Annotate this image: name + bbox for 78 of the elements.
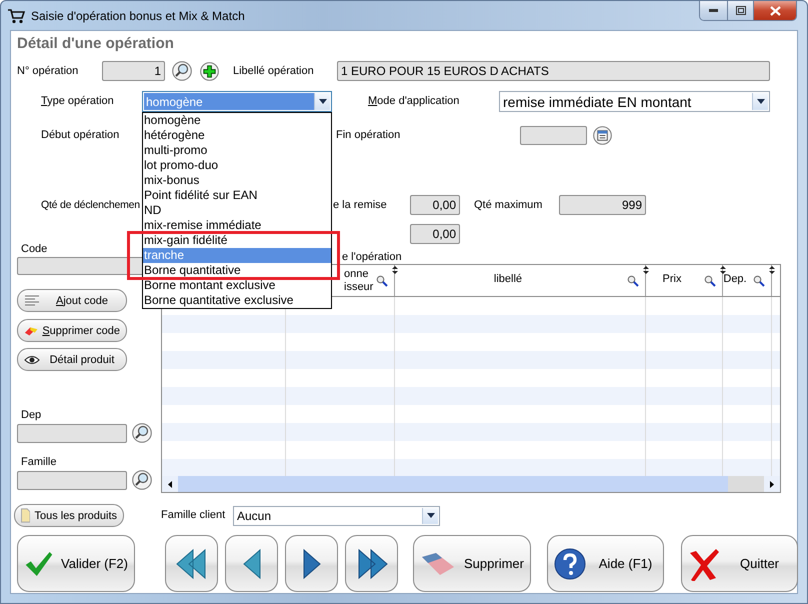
search-icon[interactable] [132, 470, 152, 490]
amount-field[interactable]: 0,00 [410, 224, 460, 244]
navigation-button[interactable] [165, 535, 218, 592]
sort-icon[interactable] [643, 266, 649, 274]
minimize-button[interactable] [700, 1, 727, 20]
section-heading: Détail d'une opération [17, 37, 174, 51]
family-field[interactable] [17, 470, 127, 490]
field-label: Dep [21, 409, 42, 421]
list-icon [24, 294, 40, 306]
action-button[interactable]: Valider (F2) [17, 535, 135, 592]
field-label: Famille [21, 456, 56, 468]
caret-icon [318, 99, 326, 104]
calendar-icon[interactable] [593, 126, 612, 144]
search-icon[interactable] [627, 275, 639, 287]
column-header[interactable]: Dep. [723, 265, 772, 296]
minimize-icon [709, 9, 718, 12]
field-label: Fin opération [336, 128, 400, 142]
maximize-button[interactable] [727, 1, 753, 20]
column-header[interactable]: libellé [395, 265, 646, 296]
left-arrow-icon [242, 548, 262, 580]
close-icon [688, 546, 720, 580]
double-left-arrow-icon [174, 548, 208, 580]
eye-icon [24, 354, 40, 366]
field-label: Libellé opération [233, 64, 314, 78]
caret-icon [756, 99, 764, 104]
cart-icon [7, 8, 25, 24]
close-icon [770, 6, 780, 16]
caret-icon [426, 513, 434, 518]
document-icon [21, 508, 30, 523]
end-date-field[interactable] [520, 126, 587, 144]
action-button[interactable]: Supprimer [413, 535, 531, 592]
operation-number-field[interactable]: 1 [102, 61, 165, 81]
department-field[interactable] [17, 424, 127, 442]
field-label: Qté maximum [474, 198, 542, 212]
right-arrow-icon [302, 548, 322, 580]
field-label: Famille client [161, 509, 226, 522]
field-label: e la remise [333, 198, 387, 212]
navigation-button[interactable] [285, 535, 338, 592]
column-header[interactable]: Prix [646, 265, 723, 296]
scroll-thumb[interactable] [728, 476, 764, 492]
action-button[interactable]: Aide (F1) [547, 535, 664, 592]
field-label: Code [21, 243, 48, 255]
field-label: Type opération [41, 95, 114, 108]
eraser-icon [420, 550, 456, 576]
horizontal-scrollbar[interactable] [162, 476, 780, 492]
operation-label-field[interactable]: 1 EURO POUR 15 EUROS D ACHATS [337, 61, 770, 81]
window-title: Saisie d'opération bonus et Mix & Match [31, 8, 245, 22]
eraser-icon [24, 324, 38, 336]
help-icon [554, 548, 586, 580]
action-button[interactable]: Quitter [681, 535, 798, 592]
action-button[interactable]: Détail produit [17, 348, 127, 371]
maximize-icon [736, 6, 746, 15]
search-icon[interactable] [172, 61, 192, 81]
navigation-button[interactable] [345, 535, 398, 592]
sort-icon[interactable] [769, 266, 775, 274]
all-products-button[interactable]: Tous les produits [14, 504, 124, 527]
field-label: Mode d'application [368, 95, 460, 108]
max-quantity-field[interactable]: 999 [559, 195, 646, 215]
search-icon[interactable] [753, 275, 765, 287]
field-label: Qté de déclenchemen [41, 198, 140, 212]
sort-icon[interactable] [392, 266, 398, 274]
search-icon[interactable] [376, 275, 388, 287]
group-title: e l'opération [342, 251, 402, 263]
client-family-dropdown[interactable]: Aucun [233, 506, 440, 526]
field-label: Début opération [41, 128, 120, 142]
action-button[interactable]: Supprimer code [17, 319, 127, 342]
field-label: N° opération [17, 64, 78, 78]
application-mode-dropdown[interactable]: remise immédiate EN montant [499, 91, 770, 112]
sort-icon[interactable] [720, 266, 726, 274]
action-button[interactable]: Ajout code [17, 289, 127, 312]
search-icon[interactable] [704, 275, 716, 287]
scroll-left-icon[interactable] [168, 480, 172, 488]
navigation-button[interactable] [225, 535, 278, 592]
add-icon[interactable] [200, 62, 219, 80]
discount-field[interactable]: 0,00 [410, 195, 460, 215]
close-button[interactable] [753, 1, 796, 20]
search-icon[interactable] [132, 423, 152, 443]
scroll-right-icon[interactable] [770, 480, 774, 488]
